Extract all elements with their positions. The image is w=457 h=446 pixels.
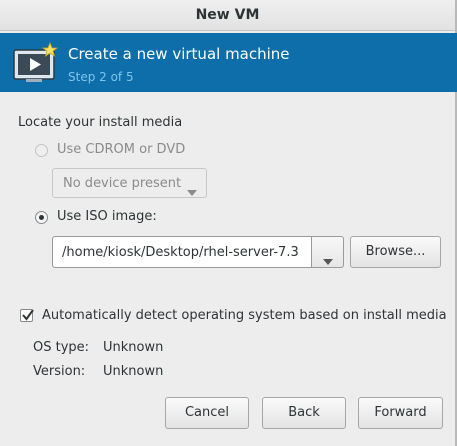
- iso-radio[interactable]: [35, 211, 48, 224]
- new-vm-dialog: New VM Create a new virtual machine Step…: [0, 0, 457, 446]
- virtual-machine-icon: [12, 41, 60, 85]
- cdrom-radio[interactable]: [35, 144, 48, 157]
- wizard-banner: Create a new virtual machine Step 2 of 5: [0, 33, 457, 92]
- cdrom-device-value: No device present: [63, 176, 182, 191]
- back-button[interactable]: Back: [262, 397, 346, 429]
- browse-button[interactable]: Browse...: [350, 236, 441, 268]
- window-title: New VM: [0, 0, 455, 31]
- version-label: Version:: [33, 364, 86, 379]
- os-type-value: Unknown: [103, 340, 164, 355]
- cdrom-device-combo[interactable]: No device present: [52, 168, 207, 198]
- auto-detect-checkbox[interactable]: [20, 309, 34, 322]
- iso-radio-label: Use ISO image:: [57, 209, 157, 224]
- version-value: Unknown: [103, 364, 164, 379]
- iso-path-value: /home/kiosk/Desktop/rhel-server-7.3: [62, 245, 299, 260]
- auto-detect-label: Automatically detect operating system ba…: [42, 308, 447, 323]
- chevron-down-icon: [187, 181, 197, 200]
- iso-history-dropdown[interactable]: [311, 236, 344, 268]
- chevron-down-icon: [323, 250, 333, 269]
- forward-button[interactable]: Forward: [358, 397, 443, 429]
- cancel-button[interactable]: Cancel: [165, 397, 249, 429]
- wizard-title: Create a new virtual machine: [68, 45, 290, 63]
- wizard-step: Step 2 of 5: [68, 70, 134, 84]
- os-type-label: OS type:: [33, 340, 90, 355]
- install-media-heading: Locate your install media: [18, 115, 183, 130]
- cdrom-radio-label: Use CDROM or DVD: [57, 142, 186, 157]
- checkmark-icon: [22, 309, 34, 321]
- iso-path-input[interactable]: /home/kiosk/Desktop/rhel-server-7.3: [52, 236, 311, 268]
